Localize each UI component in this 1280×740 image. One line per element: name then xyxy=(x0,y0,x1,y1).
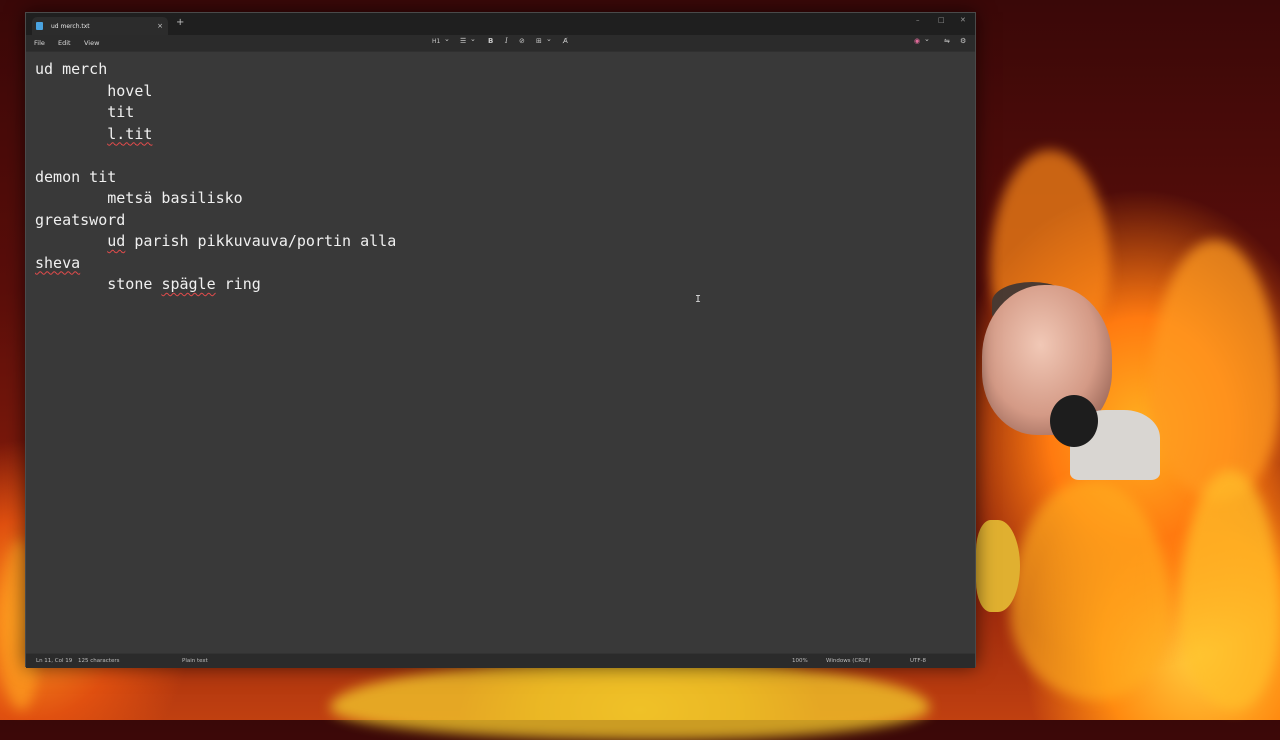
text-cursor-icon: I xyxy=(695,294,702,305)
text-line[interactable]: metsä basilisko xyxy=(35,188,935,210)
tab-indent xyxy=(35,82,107,100)
encoding[interactable]: UTF-8 xyxy=(910,658,926,664)
heading-dropdown[interactable]: H1 xyxy=(432,39,440,45)
minimize-button[interactable]: – xyxy=(916,16,920,24)
misspelled-word: spägle xyxy=(161,275,216,293)
line-text: demon tit xyxy=(35,167,117,186)
misspelled-word: l.tit xyxy=(107,124,153,143)
chevron-down-icon: ⌄ xyxy=(470,35,476,43)
text-editor[interactable]: ud merch hovel tit l.tit demon tit metsä … xyxy=(35,59,935,619)
table-icon[interactable]: ⊞ xyxy=(536,38,542,45)
markdown-toggle-icon[interactable]: ⇋ xyxy=(944,38,950,45)
line-text: metsä basilisko xyxy=(107,189,243,207)
title-bar[interactable]: ud merch.txt × + – □ ✕ xyxy=(26,13,975,35)
duck-hand xyxy=(976,520,1020,612)
notepad-doc-icon xyxy=(36,22,43,30)
maximize-button[interactable]: □ xyxy=(938,16,945,24)
flame-shape xyxy=(1150,240,1280,500)
tab-indent xyxy=(35,103,107,121)
text-line[interactable]: stone spägle ring xyxy=(35,274,935,296)
chevron-down-icon: ⌄ xyxy=(924,35,930,43)
text-line[interactable]: greatsword xyxy=(35,210,935,232)
tab-indent xyxy=(35,125,107,143)
status-bar: Ln 11, Col 19 125 characters Plain text … xyxy=(26,653,975,668)
chevron-down-icon: ⌄ xyxy=(546,35,552,43)
cursor-position: Ln 11, Col 19 xyxy=(36,658,73,664)
link-icon[interactable]: ⊘ xyxy=(519,38,525,45)
duck-body-shape xyxy=(330,660,930,740)
tab-indent xyxy=(35,232,107,250)
italic-button[interactable]: I xyxy=(505,38,508,45)
tab-indent xyxy=(35,189,107,207)
text-line[interactable]: tit xyxy=(35,102,935,124)
list-dropdown-icon[interactable]: ☰ xyxy=(460,38,466,45)
close-window-button[interactable]: ✕ xyxy=(960,16,966,24)
line-text: greatsword xyxy=(35,210,126,229)
line-text: ring xyxy=(215,275,261,293)
notepad-window: ud merch.txt × + – □ ✕ File Edit View H1… xyxy=(25,12,976,668)
tab-close-icon[interactable]: × xyxy=(157,22,163,30)
text-line[interactable]: ud merch xyxy=(35,59,935,81)
zoom-level[interactable]: 100% xyxy=(792,658,808,664)
text-line[interactable]: sheva xyxy=(35,253,935,275)
microphone xyxy=(1050,395,1098,447)
misspelled-word: sheva xyxy=(35,253,81,272)
clear-formatting-icon[interactable]: A̸ xyxy=(563,38,568,45)
menu-edit[interactable]: Edit xyxy=(58,39,71,47)
settings-gear-icon[interactable]: ⚙ xyxy=(960,38,966,45)
line-text: hovel xyxy=(107,81,153,100)
menu-bar: File Edit View H1 ⌄ ☰ ⌄ B I ⊘ ⊞ ⌄ A̸ ◉ ⌄… xyxy=(26,35,975,52)
line-ending[interactable]: Windows (CRLF) xyxy=(826,658,870,664)
menu-file[interactable]: File xyxy=(34,39,45,47)
line-text: parish pikkuvauva/portin alla xyxy=(125,232,397,250)
tab-ud-merch[interactable]: ud merch.txt × xyxy=(32,17,168,35)
character-count: 125 characters xyxy=(78,658,120,664)
chevron-down-icon: ⌄ xyxy=(444,35,450,43)
text-line[interactable]: hovel xyxy=(35,81,935,103)
text-line[interactable]: ud parish pikkuvauva/portin alla xyxy=(35,231,935,253)
text-line[interactable]: l.tit xyxy=(35,124,935,146)
new-tab-button[interactable]: + xyxy=(176,18,184,28)
misspelled-word: ud xyxy=(107,232,126,250)
line-text: tit xyxy=(107,103,135,121)
menu-view[interactable]: View xyxy=(84,39,99,47)
line-text: stone xyxy=(107,275,162,293)
text-line[interactable] xyxy=(35,145,935,167)
tab-indent xyxy=(35,275,107,293)
bold-button[interactable]: B xyxy=(488,38,493,45)
flame-shape xyxy=(1180,470,1280,710)
line-text: ud merch xyxy=(35,60,108,78)
tab-title: ud merch.txt xyxy=(51,22,90,30)
text-line[interactable]: demon tit xyxy=(35,167,935,189)
copilot-icon[interactable]: ◉ xyxy=(914,38,920,45)
format-indicator[interactable]: Plain text xyxy=(182,658,208,664)
flame-shape xyxy=(1010,480,1170,700)
